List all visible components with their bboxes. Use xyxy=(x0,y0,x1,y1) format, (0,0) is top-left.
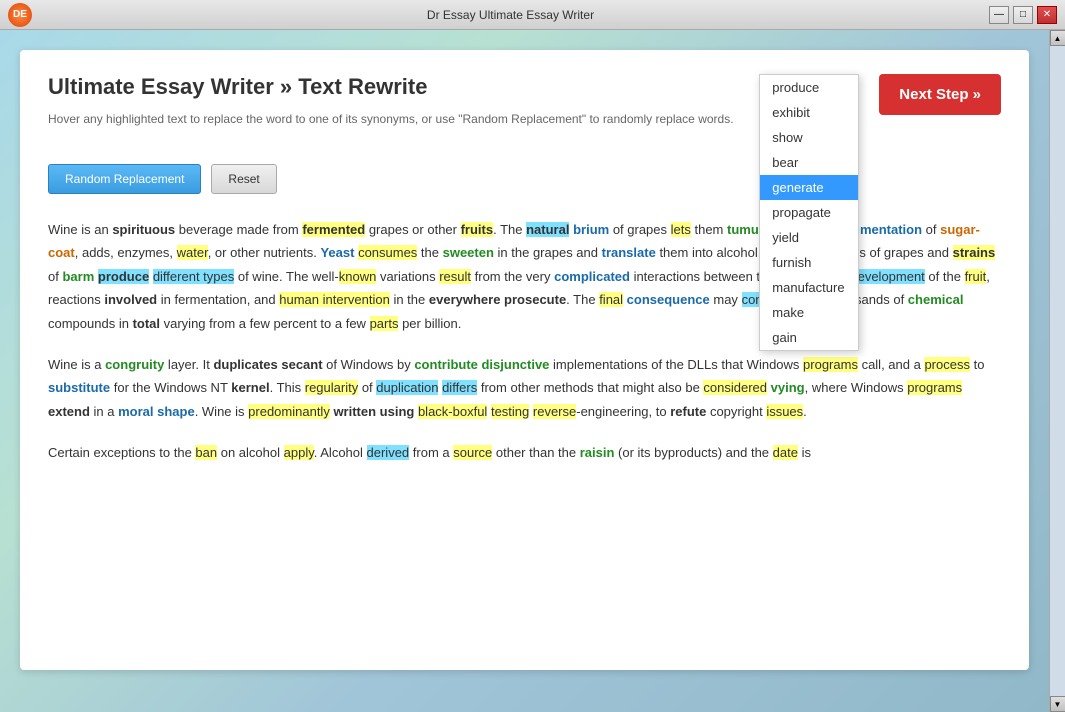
paragraph-3: Certain exceptions to the ban on alcohol… xyxy=(48,441,1001,464)
word-parts[interactable]: parts xyxy=(370,316,399,331)
word-translate[interactable]: translate xyxy=(602,245,656,260)
word-reverse[interactable]: reverse xyxy=(533,404,576,419)
word-water[interactable]: water xyxy=(177,245,208,260)
word-fruits[interactable]: fruits xyxy=(461,222,494,237)
page-title: Ultimate Essay Writer » Text Rewrite xyxy=(48,74,734,100)
word-consequence[interactable]: consequence xyxy=(627,292,710,307)
word-issues[interactable]: issues xyxy=(766,404,803,419)
dropdown-item-yield[interactable]: yield xyxy=(760,225,858,250)
scroll-up-button[interactable]: ▲ xyxy=(1050,30,1065,46)
word-considered[interactable]: considered xyxy=(703,380,767,395)
scroll-track[interactable] xyxy=(1050,46,1065,696)
dropdown-item-bear[interactable]: bear xyxy=(760,150,858,175)
word-vying[interactable]: vying xyxy=(771,380,805,395)
window-controls: — □ ✕ xyxy=(989,6,1057,24)
word-development[interactable]: development xyxy=(850,269,924,284)
dropdown-item-manufacture[interactable]: manufacture xyxy=(760,275,858,300)
word-testing[interactable]: testing xyxy=(491,404,529,419)
word-brium[interactable]: brium xyxy=(573,222,609,237)
word-substitute[interactable]: substitute xyxy=(48,380,110,395)
next-step-button[interactable]: Next Step » xyxy=(879,74,1001,115)
word-consumes[interactable]: consumes xyxy=(358,245,417,260)
close-button[interactable]: ✕ xyxy=(1037,6,1057,24)
scrollbar[interactable]: ▲ ▼ xyxy=(1049,30,1065,712)
word-predominantly[interactable]: predominantly xyxy=(248,404,330,419)
phrase-moral-shape[interactable]: moral shape xyxy=(118,404,195,419)
word-barm[interactable]: barm xyxy=(62,269,94,284)
minimize-button[interactable]: — xyxy=(989,6,1009,24)
dropdown-item-show[interactable]: show xyxy=(760,125,858,150)
word-extend[interactable]: extend xyxy=(48,404,90,419)
word-regularity[interactable]: regularity xyxy=(305,380,358,395)
word-duplication[interactable]: duplication xyxy=(376,380,438,395)
word-programs2[interactable]: programs xyxy=(907,380,962,395)
word-fermented[interactable]: fermented xyxy=(302,222,365,237)
paragraph-2: Wine is a congruity layer. It duplicates… xyxy=(48,353,1001,423)
dropdown-item-generate[interactable]: generate xyxy=(760,175,858,200)
dropdown-item-make[interactable]: make xyxy=(760,300,858,325)
dropdown-item-produce[interactable]: produce xyxy=(760,75,858,100)
page-subtitle: Hover any highlighted text to replace th… xyxy=(48,110,734,128)
word-produce[interactable]: produce xyxy=(98,269,149,284)
word-kernel[interactable]: kernel xyxy=(231,380,269,395)
word-date[interactable]: date xyxy=(773,445,798,460)
word-involved[interactable]: involved xyxy=(104,292,157,307)
word-strains[interactable]: strains xyxy=(953,245,996,260)
word-congruity[interactable]: congruity xyxy=(105,357,164,372)
dropdown-item-exhibit[interactable]: exhibit xyxy=(760,100,858,125)
word-final[interactable]: final xyxy=(599,292,623,307)
word-derived[interactable]: derived xyxy=(367,445,410,460)
scroll-down-button[interactable]: ▼ xyxy=(1050,696,1065,712)
random-replacement-button[interactable]: Random Replacement xyxy=(48,164,201,194)
word-spirituous[interactable]: spirituous xyxy=(112,222,175,237)
phrase-different-types[interactable]: different types xyxy=(153,269,234,284)
content-box: Ultimate Essay Writer » Text Rewrite Hov… xyxy=(20,50,1029,670)
word-known[interactable]: known xyxy=(339,269,377,284)
word-total[interactable]: total xyxy=(133,316,160,331)
app-logo: DE xyxy=(8,3,32,27)
word-programs[interactable]: programs xyxy=(803,357,858,372)
word-lets[interactable]: lets xyxy=(671,222,691,237)
header-right: produce exhibit show bear generate propa… xyxy=(879,74,1001,115)
header-row: Ultimate Essay Writer » Text Rewrite Hov… xyxy=(48,74,1001,148)
word-refute[interactable]: refute xyxy=(670,404,706,419)
word-process[interactable]: process xyxy=(924,357,970,372)
reset-button[interactable]: Reset xyxy=(211,164,276,194)
phrase-contribute-disjunctive[interactable]: contribute disjunctive xyxy=(414,357,549,372)
word-natural[interactable]: natural xyxy=(526,222,569,237)
phrase-human-intervention[interactable]: human intervention xyxy=(279,292,390,307)
dropdown-item-propagate[interactable]: propagate xyxy=(760,200,858,225)
word-chemical[interactable]: chemical xyxy=(908,292,964,307)
title-section: Ultimate Essay Writer » Text Rewrite Hov… xyxy=(48,74,734,148)
word-sweeten[interactable]: sweeten xyxy=(443,245,494,260)
word-result[interactable]: result xyxy=(439,269,471,284)
word-nutrients-cut: ents. xyxy=(289,245,317,260)
word-source[interactable]: source xyxy=(453,445,492,460)
phrase-everywhere-prosecute[interactable]: everywhere prosecute xyxy=(429,292,566,307)
word-fruit[interactable]: fruit xyxy=(965,269,987,284)
phrase-black-boxful[interactable]: black-boxful xyxy=(418,404,487,419)
word-raisin[interactable]: raisin xyxy=(580,445,615,460)
main-area: Ultimate Essay Writer » Text Rewrite Hov… xyxy=(0,30,1049,712)
word-complicated[interactable]: complicated xyxy=(554,269,630,284)
dropdown-item-furnish[interactable]: furnish xyxy=(760,250,858,275)
dropdown-item-gain[interactable]: gain xyxy=(760,325,858,350)
word-differs[interactable]: differs xyxy=(442,380,477,395)
word-apply[interactable]: apply xyxy=(284,445,314,460)
title-bar: DE Dr Essay Ultimate Essay Writer — □ ✕ xyxy=(0,0,1065,30)
window-title: Dr Essay Ultimate Essay Writer xyxy=(32,8,989,22)
word-ban[interactable]: ban xyxy=(195,445,217,460)
word-yeast[interactable]: Yeast xyxy=(320,245,354,260)
phrase-duplicates-secant[interactable]: duplicates secant xyxy=(213,357,322,372)
maximize-button[interactable]: □ xyxy=(1013,6,1033,24)
phrase-written-using[interactable]: written using xyxy=(333,404,414,419)
synonym-dropdown[interactable]: produce exhibit show bear generate propa… xyxy=(759,74,859,351)
app-container: Ultimate Essay Writer » Text Rewrite Hov… xyxy=(0,30,1065,712)
